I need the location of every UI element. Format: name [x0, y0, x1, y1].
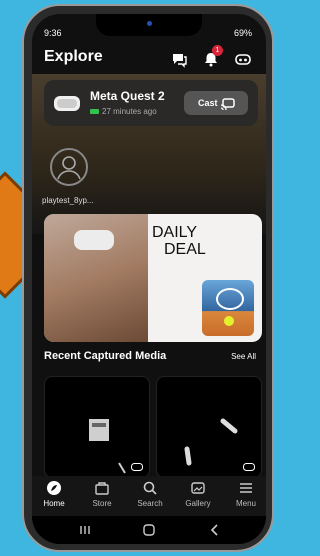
headset-image — [54, 96, 80, 111]
section-title: Recent Captured Media — [44, 350, 167, 362]
cast-button[interactable]: Cast — [184, 91, 248, 115]
cast-icon — [220, 98, 235, 111]
nav-menu[interactable]: Menu — [224, 480, 266, 514]
device-last-seen: 27 minutes ago — [102, 107, 157, 116]
status-time: 9:36 — [44, 28, 62, 38]
cast-label: Cast — [198, 98, 218, 108]
bottom-nav: Home Store Search Gallery Menu — [32, 476, 266, 516]
deal-title: DAILY DEAL — [152, 224, 206, 258]
search-icon — [143, 481, 157, 495]
battery-level: 69% — [233, 28, 252, 38]
captured-image — [184, 418, 238, 466]
system-nav-bar — [32, 516, 266, 544]
daily-deal-banner[interactable]: DAILY DEAL — [44, 214, 262, 342]
notch — [96, 14, 202, 36]
home-icon — [47, 481, 61, 495]
username[interactable]: playtest_8yp... — [42, 196, 94, 205]
vr-headset-icon[interactable] — [234, 50, 252, 68]
back-icon[interactable] — [208, 523, 222, 537]
device-card[interactable]: Meta Quest 2 27 minutes ago Cast — [44, 80, 258, 126]
deal-game-art — [202, 280, 254, 336]
home-button-icon[interactable] — [142, 523, 156, 537]
nav-gallery[interactable]: Gallery — [176, 480, 220, 514]
deal-photo — [44, 214, 148, 342]
see-all-link[interactable]: See All — [231, 352, 256, 361]
phone-screen: 9:36 69% Explore 1 Meta Quest 2 27 minut… — [32, 14, 266, 544]
chat-icon[interactable] — [170, 50, 188, 68]
front-camera — [147, 21, 152, 26]
captured-image — [89, 419, 126, 474]
media-thumbnail[interactable] — [156, 376, 262, 478]
page-title: Explore — [44, 48, 103, 65]
media-thumbnail[interactable] — [44, 376, 150, 478]
app-header: Explore 1 — [32, 45, 266, 74]
status-bar: 9:36 69% — [32, 14, 266, 48]
store-icon — [95, 482, 109, 495]
recent-apps-icon[interactable] — [78, 523, 92, 537]
battery-icon — [90, 109, 99, 114]
nav-search[interactable]: Search — [128, 480, 172, 514]
racket-art — [216, 288, 244, 310]
vr-capture-icon — [243, 463, 255, 471]
avatar[interactable] — [50, 148, 88, 186]
user-icon — [57, 156, 81, 180]
gallery-icon — [191, 482, 205, 494]
nav-home[interactable]: Home — [32, 480, 76, 514]
notification-badge: 1 — [212, 45, 223, 56]
headset-in-photo — [74, 230, 114, 250]
tennis-ball-art — [224, 316, 234, 326]
device-name: Meta Quest 2 — [90, 89, 165, 103]
hamburger-icon — [240, 483, 252, 493]
vr-capture-icon — [131, 463, 143, 471]
nav-store[interactable]: Store — [80, 480, 124, 514]
